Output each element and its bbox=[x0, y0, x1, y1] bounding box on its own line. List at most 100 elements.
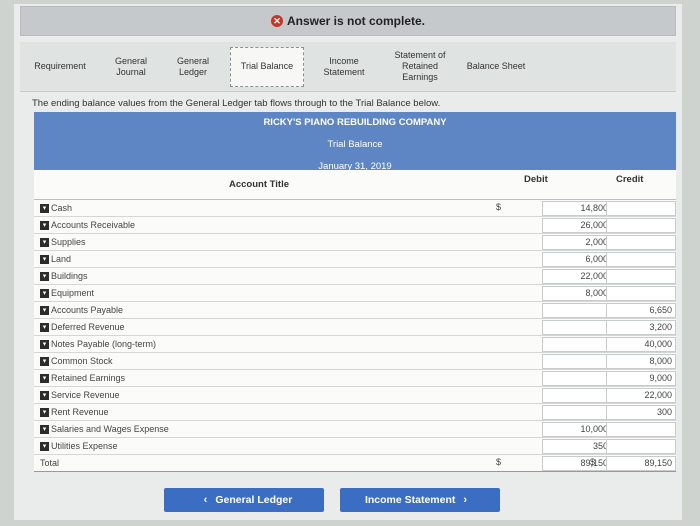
credit-input[interactable] bbox=[606, 201, 676, 216]
prev-general-ledger-button[interactable]: ‹ General Ledger bbox=[164, 488, 324, 512]
status-banner: ✕ Answer is not complete. bbox=[20, 6, 676, 36]
debit-input[interactable]: 26,000 bbox=[542, 218, 612, 233]
tab-balance-sheet[interactable]: Balance Sheet bbox=[456, 47, 536, 87]
table-row: ▾ Accounts Receivable 26,000 bbox=[34, 217, 676, 234]
debit-input[interactable]: 10,000 bbox=[542, 422, 612, 437]
debit-input[interactable] bbox=[542, 388, 612, 403]
debit-input[interactable]: 6,000 bbox=[542, 252, 612, 267]
table-row: ▾ Notes Payable (long-term) 40,000 bbox=[34, 336, 676, 353]
dropdown-arrow-icon: ▾ bbox=[40, 407, 49, 417]
banner-text: Answer is not complete. bbox=[286, 14, 426, 28]
account-title: Salaries and Wages Expense bbox=[51, 424, 169, 434]
total-row: Total $ 89,150 $ 89,150 bbox=[34, 455, 676, 472]
debit-input[interactable]: 14,800 bbox=[542, 201, 612, 216]
account-title: Utilities Expense bbox=[51, 441, 118, 451]
debit-input[interactable] bbox=[542, 354, 612, 369]
credit-header: Credit bbox=[616, 174, 644, 185]
account-select[interactable]: ▾ Salaries and Wages Expense bbox=[40, 424, 169, 434]
debit-input[interactable] bbox=[542, 405, 612, 420]
account-select[interactable]: ▾ Cash bbox=[40, 203, 72, 213]
prev-button-label: General Ledger bbox=[215, 494, 293, 506]
account-select[interactable]: ▾ Supplies bbox=[40, 237, 86, 247]
account-select[interactable]: ▾ Notes Payable (long-term) bbox=[40, 339, 156, 349]
credit-input[interactable]: 9,000 bbox=[606, 371, 676, 386]
account-select[interactable]: ▾ Accounts Payable bbox=[40, 305, 123, 315]
account-select[interactable]: ▾ Deferred Revenue bbox=[40, 322, 125, 332]
dropdown-arrow-icon: ▾ bbox=[40, 424, 49, 434]
screen: ✕ Answer is not complete. Requirement Ge… bbox=[14, 4, 682, 520]
tab-income-statement[interactable]: Income Statement bbox=[304, 47, 384, 87]
credit-input[interactable] bbox=[606, 235, 676, 250]
tab-general-journal[interactable]: General Journal bbox=[100, 47, 162, 87]
account-select[interactable]: ▾ Utilities Expense bbox=[40, 441, 118, 451]
table-header: Account Title Debit Credit bbox=[34, 170, 676, 200]
debit-input[interactable]: 22,000 bbox=[542, 269, 612, 284]
table-row: ▾ Cash $14,800 bbox=[34, 200, 676, 217]
account-select[interactable]: ▾ Common Stock bbox=[40, 356, 113, 366]
table-row: ▾ Utilities Expense 350 bbox=[34, 438, 676, 455]
credit-input[interactable] bbox=[606, 439, 676, 454]
account-select[interactable]: ▾ Service Revenue bbox=[40, 390, 120, 400]
dropdown-arrow-icon: ▾ bbox=[40, 322, 49, 332]
chevron-left-icon: ‹ bbox=[203, 494, 208, 506]
dropdown-arrow-icon: ▾ bbox=[40, 220, 49, 230]
credit-input[interactable]: 40,000 bbox=[606, 337, 676, 352]
debit-input[interactable]: 2,000 bbox=[542, 235, 612, 250]
dropdown-arrow-icon: ▾ bbox=[40, 373, 49, 383]
total-credit-currency: $ bbox=[590, 457, 596, 467]
debit-input[interactable]: 350 bbox=[542, 439, 612, 454]
tab-general-ledger[interactable]: General Ledger bbox=[162, 47, 224, 87]
debit-input[interactable]: 8,000 bbox=[542, 286, 612, 301]
account-select[interactable]: ▾ Land bbox=[40, 254, 71, 264]
debit-input[interactable] bbox=[542, 303, 612, 318]
credit-input[interactable]: 8,000 bbox=[606, 354, 676, 369]
debit-input[interactable] bbox=[542, 371, 612, 386]
credit-input[interactable]: 3,200 bbox=[606, 320, 676, 335]
instruction-note: The ending balance values from the Gener… bbox=[32, 98, 441, 109]
report-title: Trial Balance bbox=[327, 139, 383, 150]
dropdown-arrow-icon: ▾ bbox=[40, 441, 49, 451]
table-row: ▾ Retained Earnings 9,000 bbox=[34, 370, 676, 387]
next-income-statement-button[interactable]: Income Statement › bbox=[340, 488, 500, 512]
tab-retained-earnings[interactable]: Statement of Retained Earnings bbox=[384, 47, 456, 87]
account-title: Deferred Revenue bbox=[51, 322, 125, 332]
account-select[interactable]: ▾ Rent Revenue bbox=[40, 407, 109, 417]
credit-input[interactable]: 300 bbox=[606, 405, 676, 420]
account-title: Equipment bbox=[51, 288, 95, 298]
table-row: ▾ Deferred Revenue 3,200 bbox=[34, 319, 676, 336]
table-body: ▾ Cash $14,800 ▾ Accounts Receivable 26,000 ▾ S… bbox=[34, 200, 676, 455]
credit-input[interactable]: 22,000 bbox=[606, 388, 676, 403]
total-debit: 89,150 bbox=[542, 456, 612, 471]
debit-input[interactable] bbox=[542, 320, 612, 335]
credit-input[interactable] bbox=[606, 286, 676, 301]
tab-requirement[interactable]: Requirement bbox=[20, 47, 100, 87]
dropdown-arrow-icon: ▾ bbox=[40, 203, 49, 213]
dropdown-arrow-icon: ▾ bbox=[40, 254, 49, 264]
debit-input[interactable] bbox=[542, 337, 612, 352]
table-row: ▾ Salaries and Wages Expense 10,000 bbox=[34, 421, 676, 438]
account-select[interactable]: ▾ Buildings bbox=[40, 271, 88, 281]
tab-trial-balance[interactable]: Trial Balance bbox=[230, 46, 304, 87]
debit-header: Debit bbox=[524, 174, 548, 185]
account-title: Supplies bbox=[51, 237, 86, 247]
account-title: Accounts Payable bbox=[51, 305, 124, 315]
table-row: ▾ Common Stock 8,000 bbox=[34, 353, 676, 370]
credit-input[interactable]: 6,650 bbox=[606, 303, 676, 318]
dropdown-arrow-icon: ▾ bbox=[40, 271, 49, 281]
account-title: Notes Payable (long-term) bbox=[51, 339, 157, 349]
account-title: Rent Revenue bbox=[51, 407, 109, 417]
account-select[interactable]: ▾ Equipment bbox=[40, 288, 94, 298]
credit-input[interactable] bbox=[606, 218, 676, 233]
next-button-label: Income Statement bbox=[364, 494, 456, 506]
account-select[interactable]: ▾ Retained Earnings bbox=[40, 373, 125, 383]
account-title: Buildings bbox=[51, 271, 88, 281]
account-select[interactable]: ▾ Accounts Receivable bbox=[40, 220, 135, 230]
total-debit-currency: $ bbox=[496, 457, 502, 467]
credit-input[interactable] bbox=[606, 252, 676, 267]
dropdown-arrow-icon: ▾ bbox=[40, 390, 49, 400]
table-row: ▾ Rent Revenue 300 bbox=[34, 404, 676, 421]
table-row: ▾ Land 6,000 bbox=[34, 251, 676, 268]
total-credit: 89,150 bbox=[606, 456, 676, 471]
credit-input[interactable] bbox=[606, 269, 676, 284]
credit-input[interactable] bbox=[606, 422, 676, 437]
